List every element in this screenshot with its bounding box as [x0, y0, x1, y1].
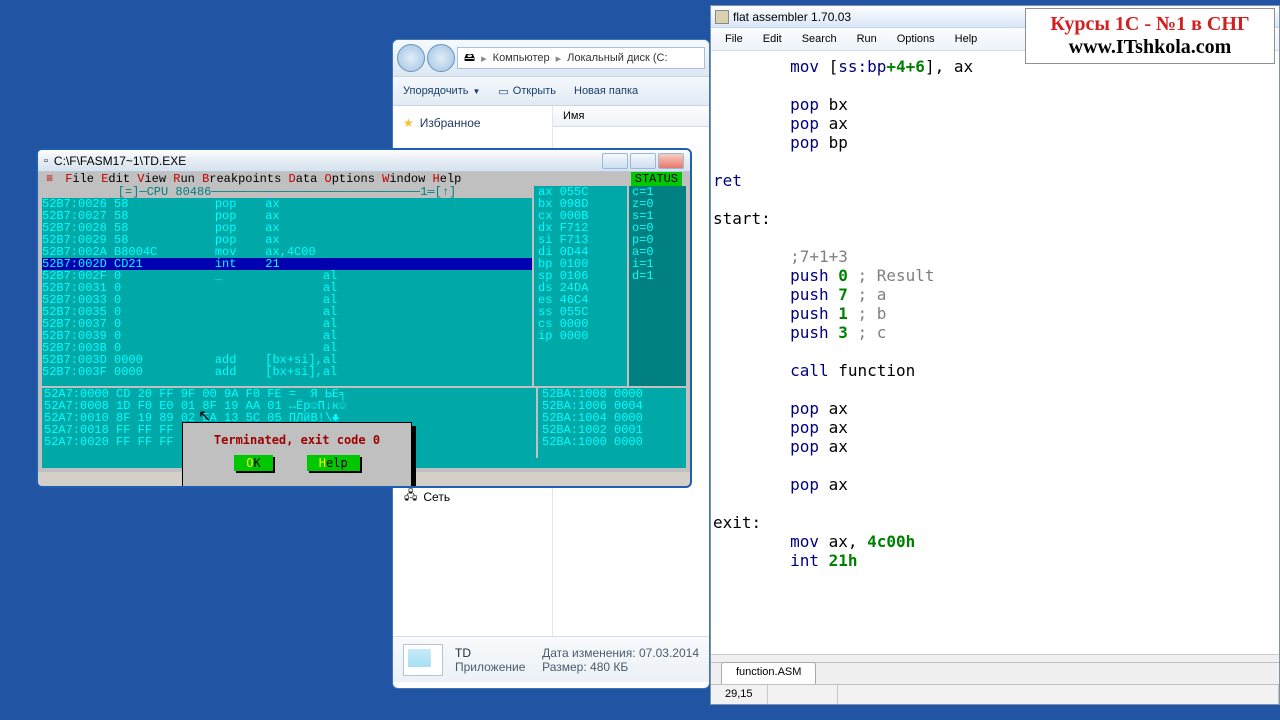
- td-menubar: ≡ File Edit View Run Breakpoints Data Op…: [42, 172, 686, 186]
- forward-button[interactable]: [427, 44, 455, 72]
- file-type: Приложение: [455, 660, 525, 674]
- explorer-toolbar: Упорядочить▼ ▭ Открыть Новая папка: [393, 76, 709, 106]
- fasm-window: flat assembler 1.70.03 File Edit Search …: [710, 5, 1280, 705]
- favorites-section[interactable]: ★Избранное: [399, 112, 546, 134]
- td-menu-help[interactable]: Help: [433, 172, 462, 186]
- dialog-ok-button[interactable]: OK: [234, 455, 272, 471]
- explorer-details-pane: TD Приложение Дата изменения: 07.03.2014…: [393, 636, 709, 682]
- open-button[interactable]: ▭ Открыть: [498, 85, 556, 98]
- td-menu-breakpoints[interactable]: Breakpoints: [202, 172, 288, 186]
- newfolder-button[interactable]: Новая папка: [574, 85, 638, 97]
- td-minimize-button[interactable]: [602, 153, 628, 169]
- td-close-button[interactable]: [658, 153, 684, 169]
- advertisement: Курсы 1С - №1 в СНГ www.ITshkola.com: [1025, 8, 1275, 64]
- td-system-menu[interactable]: ≡: [46, 172, 53, 186]
- dialog-message: Terminated, exit code 0: [189, 429, 405, 455]
- td-menu-options[interactable]: Options: [325, 172, 383, 186]
- menu-help[interactable]: Help: [947, 30, 986, 48]
- ad-line1: Курсы 1С - №1 в СНГ: [1034, 13, 1266, 36]
- menu-run[interactable]: Run: [849, 30, 885, 48]
- crumb-computer[interactable]: Компьютер: [493, 52, 550, 64]
- flags-pane[interactable]: c=1 z=0 s=1 o=0 p=0 a=0 i=1 d=1: [627, 186, 686, 386]
- menu-file[interactable]: File: [717, 30, 751, 48]
- terminated-dialog: Terminated, exit code 0 OK Help: [182, 422, 412, 488]
- status-bar: 29,15: [711, 684, 1279, 704]
- network-section[interactable]: 🖧 Сеть: [404, 486, 450, 507]
- menu-search[interactable]: Search: [794, 30, 845, 48]
- td-app-icon: ▫: [44, 155, 48, 167]
- crumb-disk[interactable]: Локальный диск (C:: [567, 52, 667, 64]
- organize-menu[interactable]: Упорядочить▼: [403, 85, 480, 97]
- td-maximize-button[interactable]: [630, 153, 656, 169]
- td-menu-edit[interactable]: Edit: [101, 172, 137, 186]
- td-titlebar[interactable]: ▫ C:\F\FASM17~1\TD.EXE: [38, 150, 690, 172]
- column-header-name[interactable]: Имя: [553, 106, 709, 127]
- file-size: 480 КБ: [590, 660, 628, 674]
- fasm-app-icon: [715, 10, 729, 24]
- td-menu-data[interactable]: Data: [288, 172, 324, 186]
- td-status-label: STATUS: [631, 172, 682, 186]
- address-bar[interactable]: 🖴▸ Компьютер ▸ Локальный диск (C:: [457, 47, 705, 69]
- ad-line2: www.ITshkola.com: [1034, 36, 1266, 59]
- td-menu-view[interactable]: View: [137, 172, 173, 186]
- file-modified: 07.03.2014: [639, 646, 699, 660]
- explorer-nav: 🖴▸ Компьютер ▸ Локальный диск (C:: [393, 40, 709, 76]
- cpu-pane[interactable]: [=]─CPU 80486───────────────────────────…: [42, 186, 532, 386]
- file-name: TD: [455, 646, 525, 660]
- menu-options[interactable]: Options: [889, 30, 943, 48]
- td-title: C:\F\FASM17~1\TD.EXE: [54, 154, 596, 168]
- cursor-position: 29,15: [711, 685, 768, 704]
- file-icon: [403, 644, 443, 676]
- stack-pane[interactable]: 52BA:1008 0000 52BA:1006 0004 52BA:1004 …: [536, 388, 686, 458]
- td-window: ▫ C:\F\FASM17~1\TD.EXE ≡ File Edit View …: [36, 148, 692, 488]
- td-menu-run[interactable]: Run: [173, 172, 202, 186]
- tab-function-asm[interactable]: function.ASM: [721, 662, 816, 684]
- dialog-help-button[interactable]: Help: [307, 455, 360, 471]
- menu-edit[interactable]: Edit: [755, 30, 790, 48]
- code-editor[interactable]: mov [ss:bp+4+6], ax pop bx pop ax pop bp…: [711, 51, 1279, 654]
- td-menu-window[interactable]: Window: [382, 172, 432, 186]
- td-menu-file[interactable]: File: [65, 172, 101, 186]
- tab-bar: function.ASM: [711, 662, 1279, 684]
- registers-pane[interactable]: ax 055C bx 098D cx 000B dx F712 si F713 …: [532, 186, 627, 386]
- back-button[interactable]: [397, 44, 425, 72]
